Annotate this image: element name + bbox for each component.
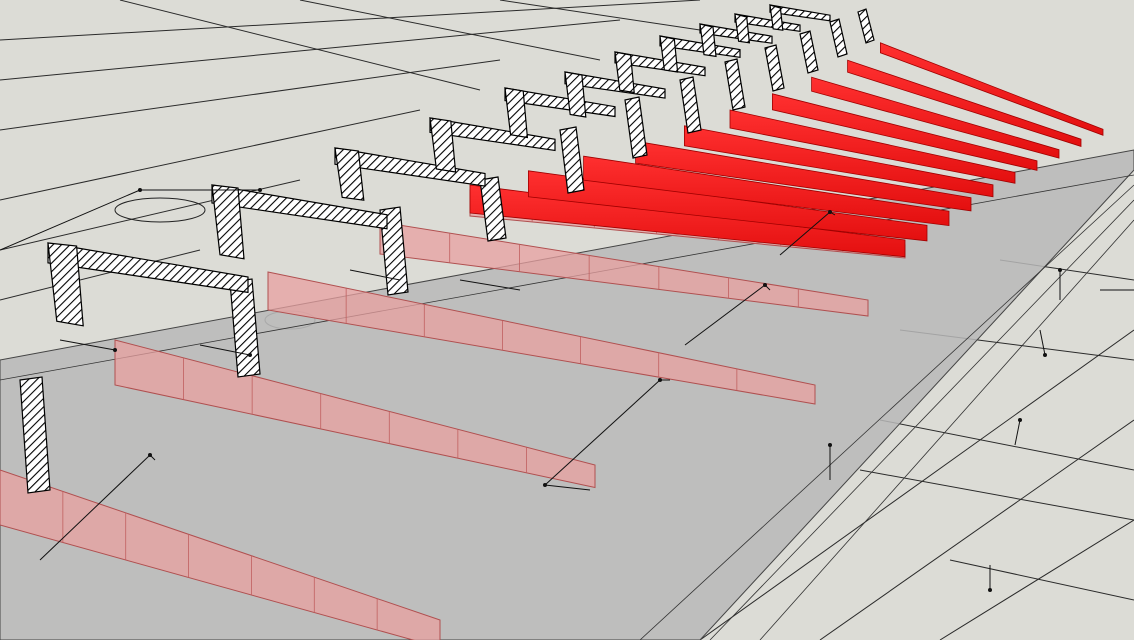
dimension-line [1039,329,1046,356]
grid-line [299,0,601,61]
dimension-node [1043,353,1047,357]
grid-line [0,0,701,41]
plan-ellipse [114,197,206,223]
grid-line [499,0,701,31]
frame-column [829,18,848,58]
frame-column [624,96,648,159]
frame-column [857,8,875,44]
dimension-node [113,348,117,352]
frame-rear-post [334,147,365,201]
grid-line [119,0,481,91]
grid-line [0,59,501,131]
dimension-line [0,189,141,251]
grid-line [859,469,1134,521]
frame-column [799,30,819,74]
dimension-line [1014,419,1021,446]
dimension-node [1018,418,1022,422]
frame-column [679,76,702,134]
dimension-node [148,453,152,457]
dimension-node [1058,268,1062,272]
frame-rear-post [211,184,245,260]
dimension-node [258,188,262,192]
dimension-node [543,483,547,487]
frame-rear-post [504,87,529,139]
dimension-node [763,283,767,287]
dimension-node [248,353,252,357]
grid-line [949,559,1134,601]
dimension-node [828,210,832,214]
structural-model-view[interactable] [0,0,1134,640]
frame-column [724,58,746,111]
dimension-node [828,443,832,447]
frame-column [764,44,785,92]
dimension-node [138,188,142,192]
dimension-node [988,588,992,592]
frame-rear-post [429,117,457,173]
frame-rear-post [47,242,84,327]
dimension-node [658,378,662,382]
3d-viewport[interactable] [0,0,1134,640]
frame-column [479,176,507,242]
grid-line [939,519,1134,640]
grid-line [0,19,621,81]
